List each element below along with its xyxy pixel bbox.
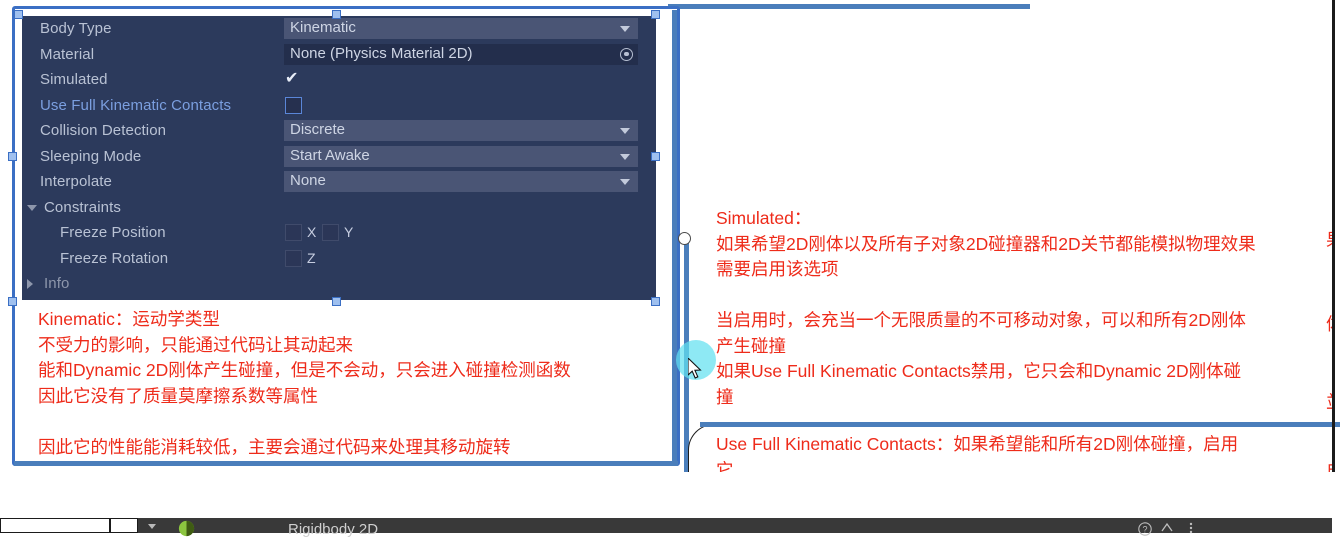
annotation-kinematic-note: Kinematic：运动学类型 不受力的影响，只能通过代码让其动起来 能和Dyn…: [38, 309, 571, 457]
row-label: Simulated: [40, 71, 108, 88]
row-label: Interpolate: [40, 173, 112, 190]
inspector-row-material[interactable]: Material None (Physics Material 2D): [22, 42, 656, 68]
ufkc-callout-top-rule: [700, 422, 1340, 427]
inspector-row-freeze-rotation[interactable]: Freeze Rotation Z: [22, 246, 656, 272]
material-object-field[interactable]: None (Physics Material 2D): [284, 43, 638, 65]
body-type-value: Kinematic: [290, 19, 356, 36]
axis-label-y: Y: [344, 224, 354, 240]
selection-handle-middle-right[interactable]: [651, 152, 660, 161]
selection-handle-bottom-middle[interactable]: [332, 297, 341, 306]
object-picker-icon[interactable]: [620, 47, 633, 61]
body-type-dropdown[interactable]: Kinematic: [284, 18, 638, 39]
selection-handle-top-middle[interactable]: [332, 10, 341, 19]
simulated-checkbox[interactable]: ✔: [285, 70, 298, 87]
annotation-simulated-note: Simulated： 如果希望2D刚体以及所有子对象2D碰撞器和2D关节都能模拟…: [716, 208, 1256, 407]
inspector-row-use-full-kinematic-contacts[interactable]: Use Full Kinematic Contacts: [22, 93, 656, 119]
use-full-kinematic-contacts-checkbox[interactable]: [285, 96, 302, 114]
mouse-cursor-icon: [688, 358, 702, 379]
component-header-title: Rigidbody 2D: [288, 521, 379, 538]
freeze-position-y-checkbox[interactable]: [322, 224, 339, 241]
rail-circle-handle[interactable]: [678, 232, 691, 245]
row-label: Constraints: [44, 198, 121, 216]
row-label: Collision Detection: [40, 122, 167, 139]
bottom-left-cell: [0, 518, 110, 533]
triangle-right-icon[interactable]: [27, 279, 33, 289]
inspector-row-freeze-position[interactable]: Freeze Position X Y: [22, 220, 656, 246]
collision-detection-value: Discrete: [290, 121, 346, 138]
chevron-down-icon: [620, 128, 630, 134]
inspector-row-info[interactable]: Info: [22, 271, 656, 297]
row-label: Sleeping Mode: [40, 147, 142, 165]
selection-handle-bottom-right[interactable]: [651, 297, 660, 306]
top-blue-rule: [668, 4, 1030, 9]
collision-detection-dropdown[interactable]: Discrete: [284, 120, 638, 141]
sleeping-mode-dropdown[interactable]: Start Awake: [284, 145, 638, 167]
inspector-row-interpolate[interactable]: Interpolate None: [22, 169, 656, 195]
bottom-gap-cell: [110, 518, 138, 533]
triangle-down-icon[interactable]: [148, 524, 156, 529]
inspector-row-simulated[interactable]: Simulated ✔: [22, 67, 656, 93]
row-label: Freeze Rotation: [60, 249, 169, 267]
interpolate-dropdown[interactable]: None: [284, 171, 638, 192]
row-label: Freeze Position: [60, 224, 166, 241]
chevron-down-icon: [620, 26, 630, 32]
triangle-down-icon[interactable]: [27, 204, 37, 211]
left-note-bottom-rule: [14, 461, 678, 466]
help-icon[interactable]: ?: [1138, 522, 1152, 536]
material-value: None (Physics Material 2D): [290, 44, 473, 62]
selection-handle-middle-left[interactable]: [8, 152, 17, 161]
inspector-row-body-type[interactable]: Body Type Kinematic: [22, 16, 656, 42]
freeze-position-x-checkbox[interactable]: [285, 224, 302, 241]
vertical-blue-rail-left: [672, 10, 677, 466]
chevron-down-icon: [620, 179, 630, 185]
rigidbody2d-component-icon: [178, 520, 195, 537]
sleeping-mode-value: Start Awake: [290, 146, 370, 164]
axis-label-z: Z: [307, 249, 316, 266]
inspector-row-constraints[interactable]: Constraints: [22, 195, 656, 221]
freeze-rotation-z-checkbox[interactable]: [285, 249, 302, 267]
row-label: Info: [44, 275, 70, 292]
inspector-row-sleeping-mode[interactable]: Sleeping Mode Start Awake: [22, 144, 656, 170]
selection-handle-top-right[interactable]: [651, 10, 660, 19]
row-label: Body Type: [40, 20, 112, 37]
rigidbody2d-inspector-panel: Body Type Kinematic Material None (Physi…: [22, 16, 656, 300]
row-label: Use Full Kinematic Contacts: [40, 96, 232, 114]
right-edge-divider: [1332, 0, 1335, 533]
interpolate-value: None: [290, 172, 326, 189]
selection-handle-bottom-left[interactable]: [8, 297, 17, 306]
selection-handle-top-left[interactable]: [14, 10, 23, 19]
row-label: Material: [40, 45, 95, 63]
chevron-down-icon: [620, 153, 630, 160]
inspector-row-collision-detection[interactable]: Collision Detection Discrete: [22, 118, 656, 144]
axis-label-x: X: [307, 224, 317, 240]
